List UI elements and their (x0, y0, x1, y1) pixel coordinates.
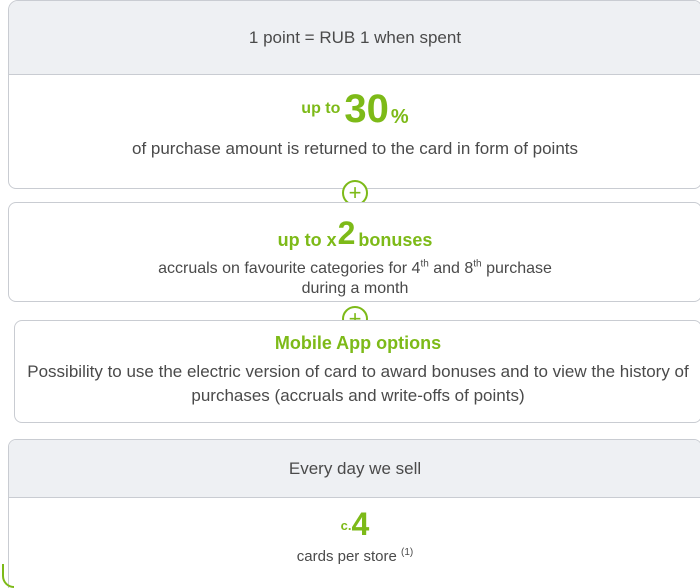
corner-accent (2, 564, 14, 588)
cashback-value: up to 30 % (9, 89, 700, 129)
cashback-card: 1 point = RUB 1 when spent up to 30 % of… (8, 0, 700, 189)
mobile-app-title: Mobile App options (274, 333, 442, 353)
bonus-suffix: bonuses (358, 230, 433, 250)
bonus-description: accruals on favourite categories for 4th… (158, 258, 552, 297)
points-rate-header: 1 point = RUB 1 when spent (9, 1, 700, 75)
bonus-multiplier: 2 (337, 215, 356, 251)
mobile-app-description: Possibility to use the electric version … (27, 362, 689, 405)
cashback-number: 30 (344, 87, 389, 131)
daily-sales-number: 4 (351, 506, 370, 542)
bonus-prefix: up to x (277, 230, 337, 250)
footnote-marker: (1) (400, 547, 414, 558)
mobile-app-card: Mobile App options Possibility to use th… (14, 320, 700, 423)
cashback-description: of purchase amount is returned to the ca… (131, 139, 579, 158)
daily-sales-header: Every day we sell (9, 440, 700, 498)
bonus-title: up to x 2 bonuses (9, 217, 700, 249)
daily-sales-card: Every day we sell c. 4 cards per store (… (8, 439, 700, 588)
cashback-unit: % (390, 106, 409, 128)
daily-sales-value: c. 4 (9, 508, 700, 540)
cashback-prefix: up to (301, 100, 341, 117)
daily-sales-prefix: c. (340, 518, 352, 533)
bonus-card: up to x 2 bonuses accruals on favourite … (8, 202, 700, 302)
daily-sales-description: cards per store (1) (296, 547, 414, 566)
